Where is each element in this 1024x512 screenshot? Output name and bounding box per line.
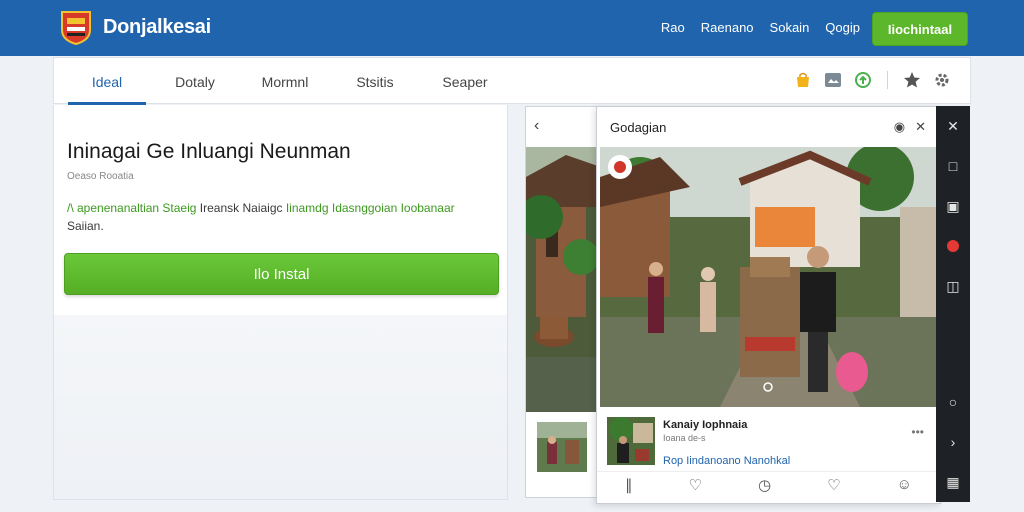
- close-icon[interactable]: ✕: [915, 119, 926, 135]
- preview-item-link[interactable]: Rop Iindanoano Nanohkal: [663, 455, 790, 467]
- description-accent: /\ apenenanaltian Staeig: [67, 201, 197, 215]
- circle-icon[interactable]: ○: [936, 382, 970, 422]
- tabs: Ideal Dotaly Mormnl Stsitis Seaper: [54, 58, 506, 105]
- preview-pane-front: Godagian ◉ ✕ Kanaiy Iophnaia Ioana de-s …: [596, 106, 941, 504]
- back-preview-photo: [526, 147, 599, 412]
- description-accent-2: Iinamdg Idasnggoian Ioobanaar: [285, 201, 455, 215]
- panel-background: [54, 315, 507, 499]
- clock-icon[interactable]: ◷: [758, 476, 771, 494]
- preview-item-subtitle: Ioana de-s: [663, 433, 706, 443]
- grid-icon[interactable]: ▦: [936, 462, 970, 502]
- preview-item-name: Kanaiy Iophnaia: [663, 419, 748, 431]
- bag-icon[interactable]: [793, 70, 813, 90]
- description-tail: Saiian.: [67, 219, 104, 233]
- preview-pane-back: ‹: [525, 106, 600, 498]
- install-button[interactable]: Ilo Instal: [64, 253, 499, 295]
- preview-title-icons: ◉ ✕: [894, 119, 926, 135]
- publisher-meta: Oeaso Rooatia: [67, 171, 134, 182]
- app-description: /\ apenenanaltian Staeig Ireansk Naiaigc…: [67, 199, 497, 235]
- tab-stsitis[interactable]: Stsitis: [334, 58, 416, 105]
- description-text: Ireansk Naiaigc: [196, 201, 286, 215]
- top-nav: Rao Raenano Sokain Qogip: [661, 20, 860, 35]
- preview-main-photo[interactable]: [600, 147, 936, 407]
- page-title: Ininagai Ge Inluangi Neunman: [67, 140, 351, 163]
- tab-dotaly[interactable]: Dotaly: [154, 58, 236, 105]
- top-nav-item-2[interactable]: Raenano: [701, 20, 754, 35]
- crop-icon[interactable]: ▣: [936, 186, 970, 226]
- heart-icon[interactable]: ♡: [689, 476, 702, 494]
- next-arrow-icon[interactable]: ›: [936, 422, 970, 462]
- star-icon[interactable]: [902, 70, 922, 90]
- share-icon[interactable]: [853, 70, 873, 90]
- user-icon[interactable]: ☺: [897, 476, 912, 493]
- stats-icon[interactable]: ∥: [625, 476, 633, 494]
- top-nav-item-3[interactable]: Sokain: [770, 20, 810, 35]
- toolbar-divider: [887, 71, 888, 89]
- top-nav-item-4[interactable]: Qogip: [825, 20, 860, 35]
- record-icon: [947, 240, 959, 252]
- preview-action-bar: ∥ ♡ ◷ ♡ ☺: [597, 471, 940, 497]
- brand-logo-icon[interactable]: [58, 10, 94, 46]
- tab-seaper[interactable]: Seaper: [424, 58, 506, 105]
- app-details-panel: Ininagai Ge Inluangi Neunman Oeaso Rooat…: [53, 105, 508, 500]
- gear-icon[interactable]: [932, 70, 952, 90]
- tab-mormnl[interactable]: Mormnl: [244, 58, 326, 105]
- bookmark-heart-icon[interactable]: ♡: [827, 476, 840, 494]
- image-icon[interactable]: [823, 70, 843, 90]
- preview-item-thumbnail: [607, 417, 655, 465]
- box-icon[interactable]: ◫: [936, 266, 970, 306]
- preview-title: Godagian: [610, 120, 667, 135]
- header-install-button[interactable]: Iiochintaal: [872, 12, 968, 46]
- more-options-icon[interactable]: •••: [911, 425, 924, 439]
- top-header: Donjalkesai Rao Raenano Sokain Qogip Iio…: [0, 0, 1024, 56]
- top-nav-item-1[interactable]: Rao: [661, 20, 685, 35]
- brand-name[interactable]: Donjalkesai: [103, 16, 211, 39]
- back-thumbnail[interactable]: [537, 422, 587, 472]
- preview-side-toolbar: ✕ □ ▣ ◫ ○ › ▦: [936, 106, 970, 502]
- chat-icon[interactable]: ◉: [894, 119, 905, 135]
- back-arrow-icon[interactable]: ‹: [534, 117, 539, 135]
- window-icon[interactable]: □: [936, 146, 970, 186]
- tab-ideal[interactable]: Ideal: [68, 58, 146, 105]
- tab-tools: [793, 70, 952, 90]
- tab-strip: Ideal Dotaly Mormnl Stsitis Seaper: [53, 57, 971, 105]
- record-button[interactable]: [936, 226, 970, 266]
- preview-list-item[interactable]: Kanaiy Iophnaia Ioana de-s ••• Rop Iinda…: [597, 409, 940, 469]
- collapse-icon[interactable]: ✕: [936, 106, 970, 146]
